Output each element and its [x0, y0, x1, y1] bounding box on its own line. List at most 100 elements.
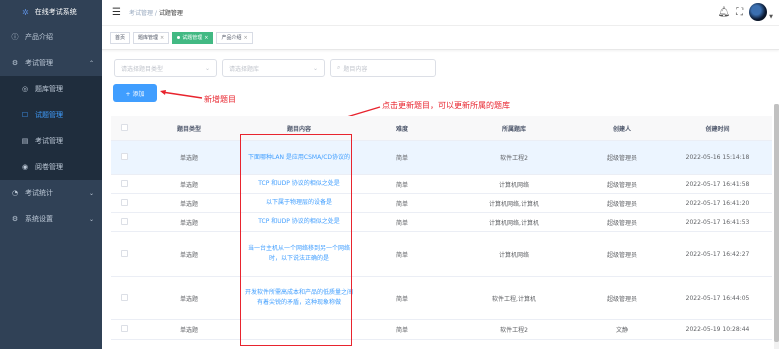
- cell-bank: 计算机网络: [498, 181, 529, 189]
- sidebar-item-questions[interactable]: ☐ 试题管理: [0, 102, 102, 128]
- table-row[interactable]: 单选题 以下属于物理层的设备是 简单 计算机网络,计算机 超级管理员 2022-05-17…: [111, 194, 772, 213]
- tag-bank[interactable]: 题库管理 ×: [133, 31, 170, 44]
- row-checkbox[interactable]: [111, 293, 137, 303]
- fullscreen-icon[interactable]: ⛶: [736, 7, 743, 18]
- cell-creator: 超级管理员: [606, 251, 637, 259]
- cell-level: 简单: [395, 155, 408, 162]
- table-body: 单选题 下面哪种LAN 是应用CSMA/CD协议的 简单 软件工程2 超级管理员 2022…: [111, 141, 772, 340]
- table-row[interactable]: 单选题 TCP 和UDP 协议的相似之处是 简单 计算机网络,计算机 超级管理员 2022…: [111, 213, 772, 232]
- table-row[interactable]: 单选题 开发软件所需高成本和产品的低质量之间有着尖锐的矛盾，这种现象称做 简单 软件工…: [111, 277, 772, 320]
- chevron-down-icon: ⌄: [88, 189, 94, 197]
- sidebar-item-stats[interactable]: ◔ 考试统计 ⌄: [0, 180, 102, 206]
- highlight-box: [240, 134, 352, 346]
- sidebar-item-label: 试题管理: [35, 111, 63, 119]
- cell-type: 单选题: [179, 155, 198, 162]
- logo-icon: ✲: [22, 7, 29, 17]
- table-row[interactable]: 单选题 当一台主机从一个网络移到另一个网络时，以下说法正确的是 简单 计算机网络 超级管…: [111, 232, 772, 277]
- cell-time: 2022-05-17 16:42:27: [685, 250, 750, 258]
- cell-type: 单选题: [179, 181, 198, 189]
- chevron-up-icon: ⌃: [88, 59, 94, 67]
- app-logo[interactable]: ✲ 在线考试系统: [0, 0, 102, 24]
- cell-time: 2022-05-17 16:41:53: [685, 218, 750, 226]
- sidebar-item-label: 系统设置: [25, 215, 53, 223]
- col-header-creator: 创建人: [612, 125, 631, 133]
- header-actions: 🔔︎ ⛶ ▼: [717, 3, 773, 21]
- input-placeholder: 题目内容: [343, 65, 368, 73]
- select-placeholder: 请选择题库: [229, 65, 260, 73]
- row-checkbox[interactable]: [111, 179, 137, 189]
- question-type-select[interactable]: 请选择题目类型 ⌄: [114, 59, 217, 77]
- sidebar-item-exam-manage[interactable]: ⚙ 考试管理 ⌃: [0, 50, 102, 76]
- chevron-down-icon: ⌄: [312, 64, 318, 72]
- close-icon[interactable]: ×: [160, 35, 164, 41]
- cell-bank: 计算机网络,计算机: [489, 219, 539, 227]
- sidebar-item-label: 阅卷管理: [35, 163, 63, 171]
- cell-type: 单选题: [179, 200, 198, 208]
- cell-bank: 计算机网络: [498, 251, 529, 259]
- col-header-content: 题目内容: [286, 125, 311, 133]
- sidebar-item-label: 考试统计: [25, 189, 53, 197]
- cell-type: 单选题: [179, 251, 198, 259]
- arrow-annotation: [160, 90, 203, 99]
- table-row[interactable]: 单选题 下面哪种LAN 是应用CSMA/CD协议的 简单 软件工程2 超级管理员 2022…: [111, 141, 772, 175]
- questions-table: 题目类型 题目内容 难度 所属题库 创建人 创建时间 单选题 下面哪种LAN 是应…: [111, 116, 772, 340]
- table-row[interactable]: 单选题 简单 软件工程2 文静 2022-05-19 10:28:44: [111, 320, 772, 340]
- bell-icon[interactable]: 🔔︎: [717, 7, 730, 18]
- tags-view: 首页 题库管理 × 试题管理 × 产品介绍 ×: [102, 26, 779, 50]
- col-header-bank: 所属题库: [501, 125, 526, 133]
- cell-level: 简单: [395, 327, 408, 334]
- cell-type: 单选题: [179, 295, 198, 303]
- sidebar: ✲ 在线考试系统 ⓘ 产品介绍 ⚙ 考试管理 ⌃ ◎ 题库管理 ☐ 试题管理 ▤…: [0, 0, 102, 349]
- sidebar-item-bank[interactable]: ◎ 题库管理: [0, 76, 102, 102]
- col-header-type: 题目类型: [176, 125, 201, 133]
- chevron-down-icon: ⌄: [88, 215, 94, 223]
- sidebar-item-label: 考试管理: [35, 137, 63, 145]
- cell-level: 简单: [395, 295, 408, 303]
- question-bank-select[interactable]: 请选择题库 ⌄: [222, 59, 325, 77]
- avatar[interactable]: [749, 3, 768, 21]
- tag-questions[interactable]: 试题管理 ×: [172, 31, 214, 44]
- info-icon: ⓘ: [11, 33, 19, 41]
- table-header: 题目类型 题目内容 难度 所属题库 创建人 创建时间: [111, 116, 772, 141]
- sidebar-item-settings[interactable]: ⚙ 系统设置 ⌄: [0, 206, 102, 232]
- row-checkbox[interactable]: [111, 153, 137, 162]
- cell-bank: 计算机网络,计算机: [489, 200, 539, 208]
- cell-time: 2022-05-17 16:44:05: [685, 294, 750, 302]
- cell-level: 简单: [395, 251, 408, 259]
- breadcrumb-root[interactable]: 考试管理: [129, 10, 153, 17]
- close-icon[interactable]: ×: [204, 35, 208, 41]
- cell-creator: 超级管理员: [606, 295, 637, 303]
- col-header-level: 难度: [395, 125, 408, 133]
- search-icon: ⌕: [337, 64, 341, 71]
- tag-product[interactable]: 产品介绍 ×: [216, 31, 253, 44]
- sidebar-item-grading[interactable]: ◉ 阅卷管理: [0, 154, 102, 180]
- breadcrumb: 考试管理 / 试题管理: [129, 8, 183, 17]
- sidebar-item-label: 考试管理: [25, 59, 53, 67]
- table-row[interactable]: 单选题 TCP 和UDP 协议的相似之处是 简单 计算机网络 超级管理员 2022-05-…: [111, 175, 772, 194]
- scrollbar-thumb[interactable]: [774, 104, 779, 342]
- sidebar-item-exams[interactable]: ▤ 考试管理: [0, 128, 102, 154]
- row-checkbox[interactable]: [111, 249, 137, 259]
- cell-time: 2022-05-17 16:41:58: [685, 180, 750, 188]
- close-icon[interactable]: ×: [243, 35, 247, 41]
- annotation-add: 新增题目: [204, 95, 236, 104]
- select-all-checkbox[interactable]: [111, 123, 137, 133]
- sidebar-item-product[interactable]: ⓘ 产品介绍: [0, 24, 102, 50]
- cell-creator: 超级管理员: [606, 219, 637, 227]
- row-checkbox[interactable]: [111, 325, 137, 334]
- tag-home[interactable]: 首页: [110, 31, 131, 44]
- tag-label: 首页: [115, 35, 126, 41]
- gear-icon: ⚙: [11, 215, 19, 223]
- cell-bank: 软件工程2: [500, 155, 528, 162]
- row-checkbox[interactable]: [111, 198, 137, 208]
- cell-level: 简单: [395, 181, 408, 189]
- eye-icon: ◉: [21, 163, 29, 171]
- sidebar-item-label: 产品介绍: [25, 33, 53, 41]
- cell-type: 单选题: [179, 327, 198, 334]
- caret-down-icon[interactable]: ▼: [769, 14, 773, 20]
- menu-toggle-icon[interactable]: ☰: [112, 7, 121, 18]
- row-checkbox[interactable]: [111, 217, 137, 227]
- add-question-button[interactable]: + 添加: [113, 84, 157, 102]
- filter-bar: 请选择题目类型 ⌄ 请选择题库 ⌄ ⌕ 题目内容: [114, 59, 436, 77]
- question-content-input[interactable]: ⌕ 题目内容: [330, 59, 436, 77]
